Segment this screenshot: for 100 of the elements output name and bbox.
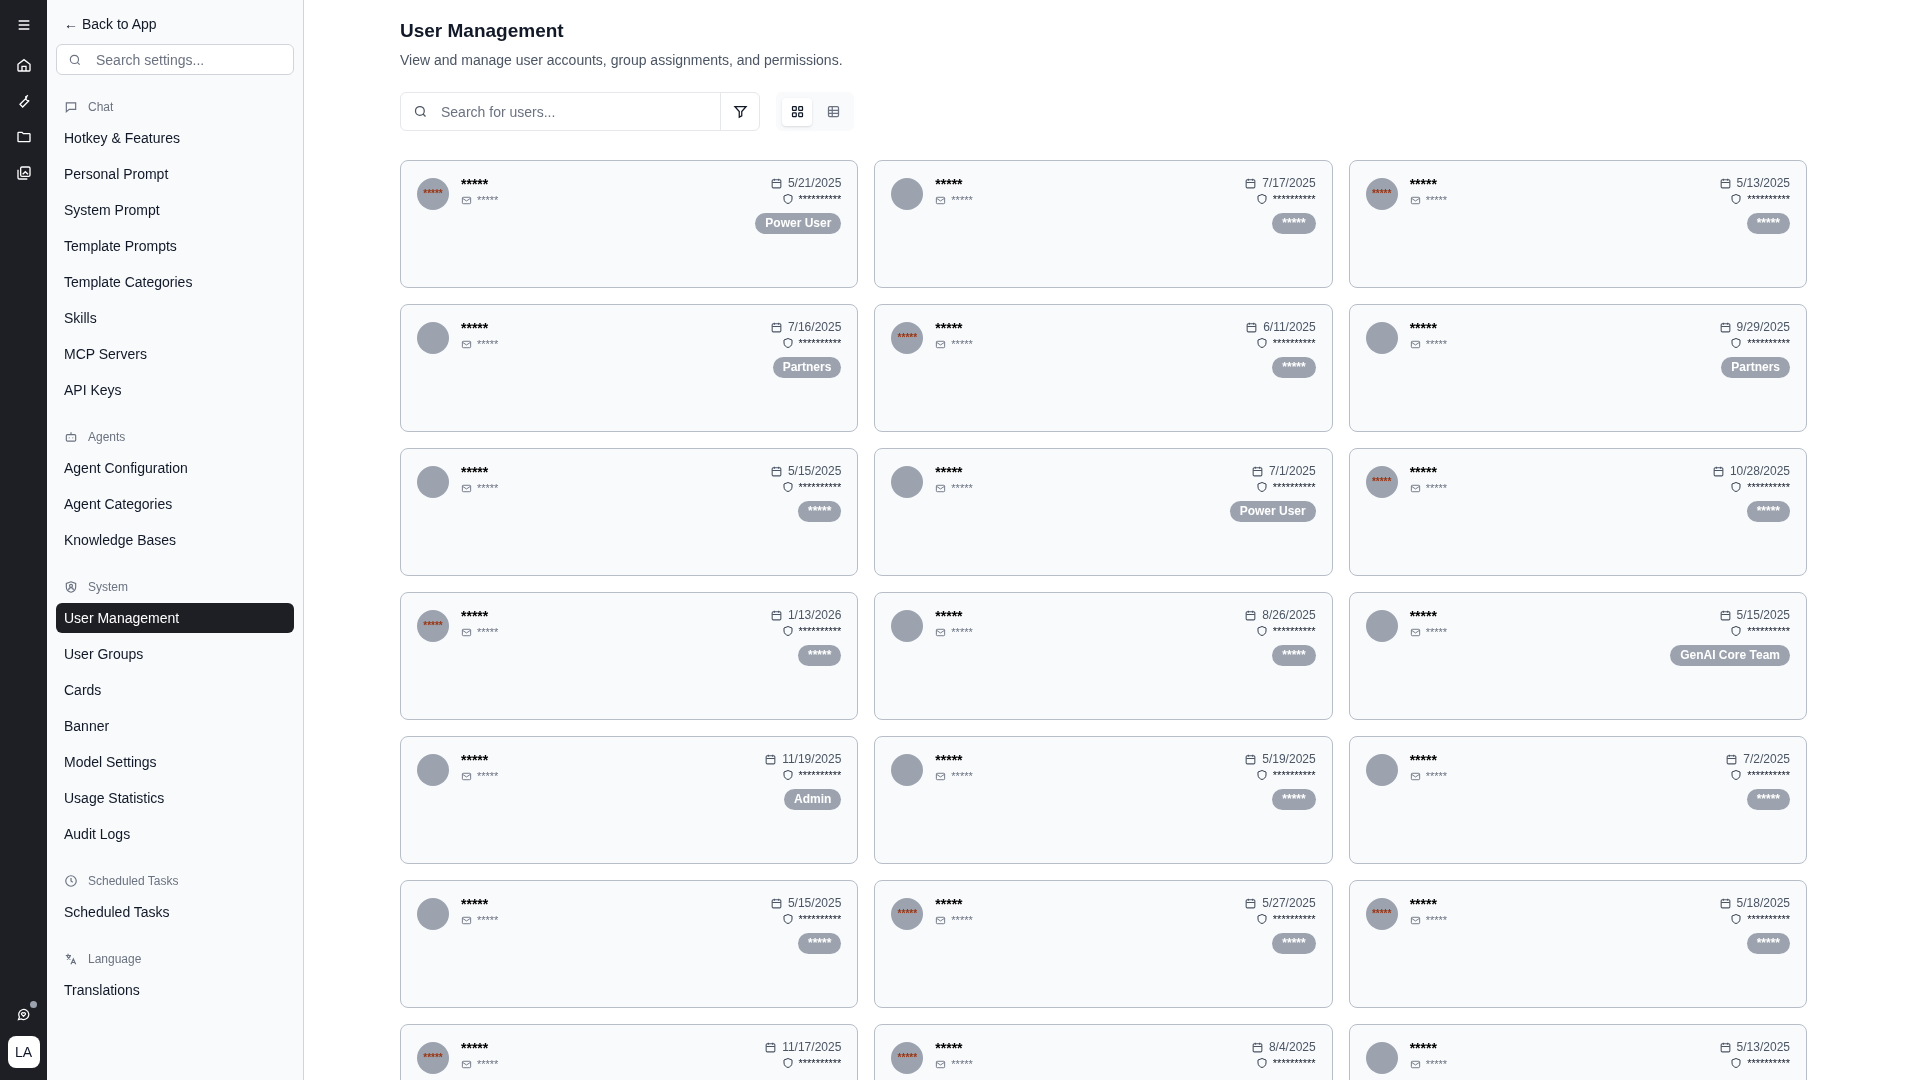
join-date: 7/2/2025 [1743,751,1790,767]
shield-icon [1730,769,1743,781]
sidebar-item[interactable]: Knowledge Bases [56,525,294,555]
user-role: ********** [798,1056,842,1070]
clock-icon [64,874,78,888]
join-date: 5/13/2025 [1736,175,1790,191]
back-link[interactable]: ← Back to App [56,14,294,34]
search-icon [68,53,82,67]
join-date: 5/18/2025 [1736,895,1790,911]
group-badge: ***** [1272,933,1316,954]
mail-icon [461,626,472,638]
mail-icon [1409,914,1421,926]
settings-search-field[interactable]: Search settings... [56,44,294,75]
user-role: ********** [1747,1056,1790,1070]
search-icon [413,104,428,119]
user-name: ***** [461,319,490,337]
user-role: ********** [798,480,842,494]
user-email: ***** [1425,481,1448,496]
mail-icon [1409,1058,1421,1070]
mail-icon [935,482,947,494]
sidebar-item[interactable]: Agent Configuration [56,453,294,483]
user-role: ********** [1747,768,1790,782]
shield-icon [781,913,794,925]
user-email: ***** [951,1057,973,1072]
sidebar-item[interactable]: Translations [56,975,294,1005]
user-email: ***** [477,625,499,640]
robot-icon [64,430,78,444]
shield-icon [1730,481,1743,493]
group-badge: ***** [1746,501,1790,522]
sidebar-item[interactable]: Cards [56,675,294,705]
sidebar-item[interactable]: Banner [56,711,294,741]
home-icon[interactable] [15,57,32,73]
join-date: 5/15/2025 [787,463,842,479]
user-name: ***** [935,895,964,913]
sidebar-item[interactable]: Personal Prompt [56,159,294,189]
user-role: ********** [798,336,842,350]
avatar-initials: ***** [897,1053,918,1063]
user-email: ***** [1425,913,1448,928]
user-search-box[interactable]: Search for users... [400,92,760,131]
user-email: ***** [477,1057,499,1072]
section-heading: Scheduled Tasks [88,873,179,890]
shield-icon [1730,1057,1743,1069]
group-badge: ***** [1746,933,1790,954]
calendar-icon [1244,896,1258,910]
user-search-field[interactable]: Search for users... [401,93,720,130]
shield-icon [781,337,794,349]
images-icon[interactable] [15,165,32,181]
sidebar-item[interactable]: API Keys [56,375,294,405]
grid-view-button[interactable] [782,97,812,126]
sidebar-item[interactable]: User Management [56,603,294,633]
sidebar-item[interactable]: Model Settings [56,747,294,777]
user-role: ********** [1272,336,1316,350]
sidebar-item[interactable]: Audit Logs [56,819,294,849]
calendar-icon [769,320,783,334]
avatar-initials: ***** [423,189,443,199]
sidebar-item[interactable]: Template Categories [56,267,294,297]
sidebar-item[interactable]: System Prompt [56,195,294,225]
sidebar-item[interactable]: Usage Statistics [56,783,294,813]
user-avatar-button[interactable]: LA [7,1036,40,1068]
mail-icon [461,194,472,206]
join-date: 11/19/2025 [782,751,842,767]
chat-icon [64,100,78,114]
mail-icon [1409,482,1421,494]
group-badge: Partners [772,357,842,378]
calendar-icon [1718,176,1732,190]
calendar-icon [1244,176,1258,190]
user-name: ***** [1409,463,1438,481]
shield-icon [781,481,794,493]
user-role: ********** [798,912,842,926]
page-subtitle: View and manage user accounts, group assignments, and permissions. [400,51,844,70]
calendar-icon [1244,608,1258,622]
sidebar-item[interactable]: Template Prompts [56,231,294,261]
mail-icon [1409,194,1421,206]
user-email: ***** [477,481,499,496]
chat-heart-icon[interactable] [16,1007,31,1022]
sidebar-item[interactable]: MCP Servers [56,339,294,369]
shield-icon [1730,913,1743,925]
user-email: ***** [951,769,973,784]
sidebar-item[interactable]: Skills [56,303,294,333]
user-role: ********** [1747,480,1790,494]
sidebar-item[interactable]: Agent Categories [56,489,294,519]
calendar-icon [769,896,783,910]
join-date: 8/4/2025 [1268,1039,1316,1055]
user-name: ***** [461,751,490,769]
user-email: ***** [951,481,973,496]
avatar-initials: ***** [423,621,443,631]
sidebar-item[interactable]: Scheduled Tasks [56,897,294,927]
shield-icon [1255,193,1268,205]
sidebar-item[interactable]: User Groups [56,639,294,669]
user-email: ***** [1425,193,1448,208]
join-date: 5/27/2025 [1262,895,1316,911]
user-email: ***** [951,337,973,352]
mail-icon [1409,338,1421,350]
folder-icon[interactable] [15,129,32,145]
table-icon [825,104,841,119]
user-role: ********** [1272,1056,1316,1070]
user-name: ***** [1409,607,1438,625]
shield-icon [1255,337,1268,349]
sidebar-item[interactable]: Hotkey & Features [56,123,294,153]
avatar-initials: ***** [1371,477,1392,487]
